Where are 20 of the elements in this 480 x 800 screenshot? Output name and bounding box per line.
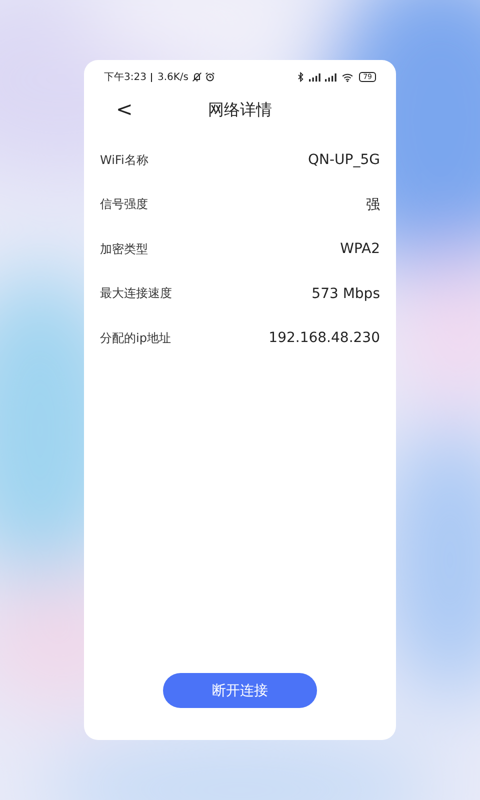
detail-value: QN-UP_5G	[308, 152, 380, 168]
detail-value: 192.168.48.230	[268, 330, 380, 346]
detail-value: 573 Mbps	[312, 286, 380, 302]
page-title: 网络详情	[208, 100, 272, 120]
mute-icon	[192, 72, 202, 82]
network-speed: 3.6K/s	[157, 72, 189, 82]
detail-value: 强	[366, 196, 380, 214]
status-time: 下午3:23	[104, 71, 146, 84]
detail-label: 最大连接速度	[100, 285, 172, 302]
alarm-icon	[204, 72, 215, 82]
signal-icon	[325, 72, 338, 82]
detail-value: WPA2	[340, 241, 380, 258]
detail-label: 加密类型	[100, 240, 148, 258]
detail-label: 信号强度	[100, 196, 148, 214]
wifi-icon	[341, 72, 354, 82]
signal-icon	[309, 72, 322, 82]
detail-label: 分配的ip地址	[100, 330, 171, 347]
disconnect-button[interactable]: 断开连接	[163, 673, 317, 708]
detail-label: WiFi名称	[100, 152, 148, 169]
back-button[interactable]: <	[112, 96, 137, 122]
